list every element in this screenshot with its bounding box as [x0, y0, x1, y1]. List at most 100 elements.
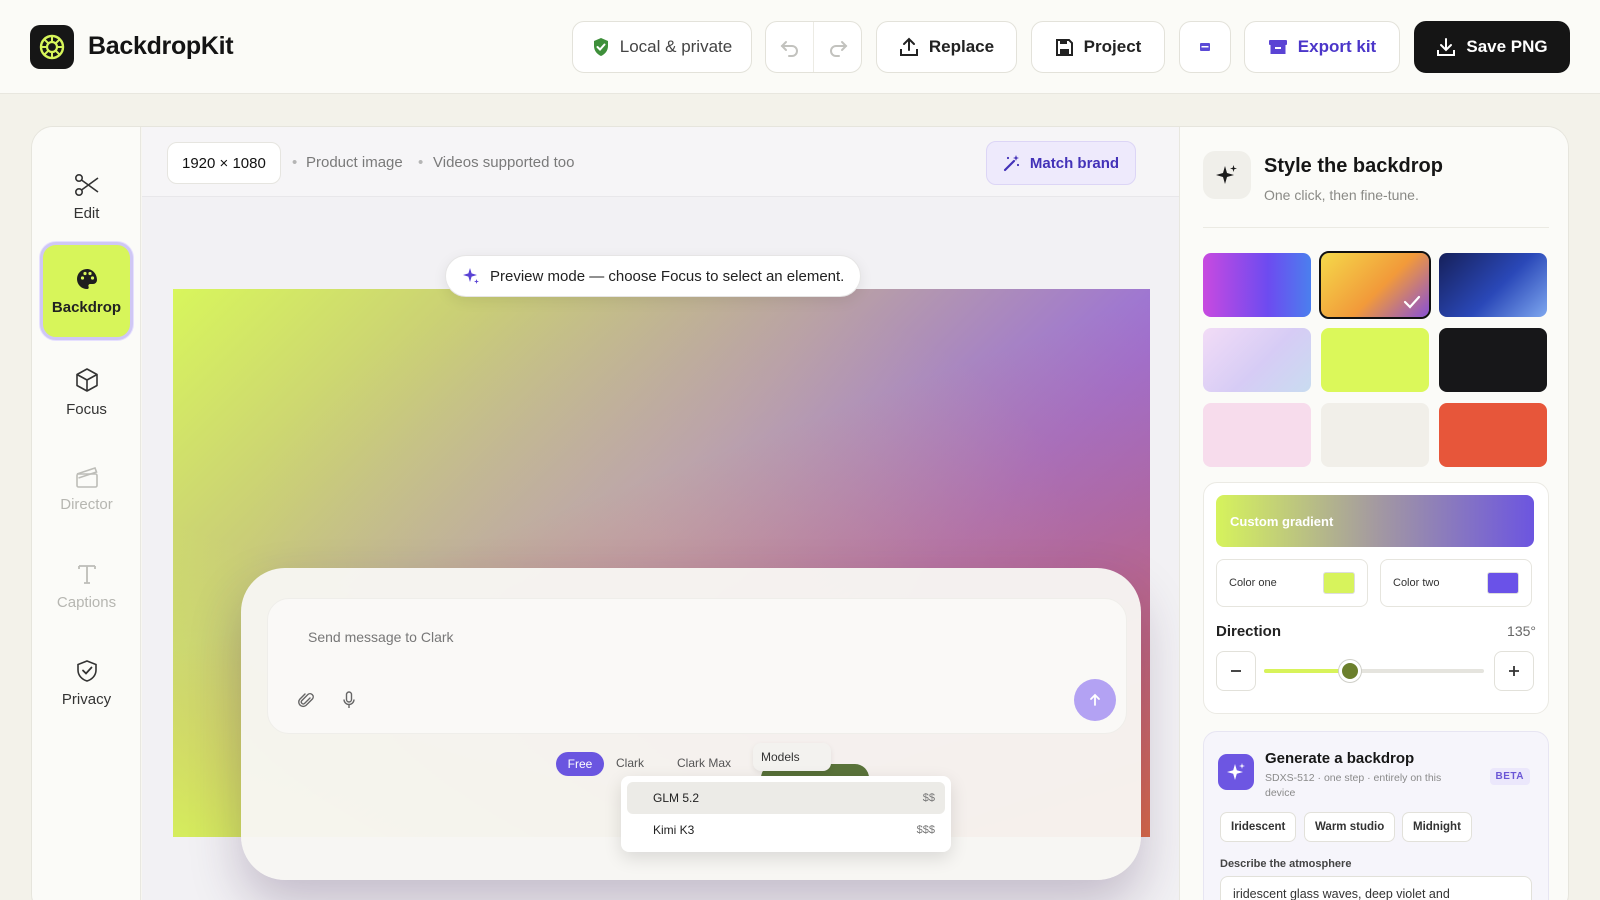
save-png-label: Save PNG: [1466, 37, 1548, 56]
shield-check-icon: [76, 659, 97, 682]
backdrop-preview: Send message to Clark Free Clark Clark M…: [173, 289, 1150, 880]
sidebar-item-captions[interactable]: Captions: [40, 540, 133, 632]
swatch-pink[interactable]: [1203, 403, 1311, 467]
generate-title: Generate a backdrop: [1265, 750, 1415, 767]
cube-icon: [75, 367, 98, 392]
plus-icon: [1509, 666, 1519, 676]
clapperboard-icon: [75, 466, 98, 488]
canvas-area: 1920 × 1080 • Product image • Videos sup…: [142, 127, 1179, 900]
sidebar-item-director[interactable]: Director: [40, 443, 133, 535]
swatch-black[interactable]: [1439, 328, 1547, 392]
separator-dot: •: [292, 154, 298, 171]
beta-badge: BETA: [1489, 768, 1530, 785]
swatch-red-orange[interactable]: [1439, 403, 1547, 467]
mock-send-button: [1074, 679, 1116, 721]
match-brand-button[interactable]: Match brand: [986, 141, 1136, 185]
preset-warm-studio[interactable]: Warm studio: [1304, 812, 1396, 842]
divider: [1203, 227, 1549, 228]
direction-label: Direction: [1216, 623, 1282, 640]
direction-increase-button[interactable]: [1494, 651, 1534, 691]
sidebar-item-label: Privacy: [61, 690, 112, 708]
color-two-swatch[interactable]: [1487, 572, 1519, 594]
swatch-lime[interactable]: [1321, 328, 1429, 392]
local-private-button[interactable]: Local & private: [572, 21, 752, 73]
swatch-cream[interactable]: [1321, 403, 1429, 467]
direction-slider-fill: [1264, 669, 1350, 673]
custom-gradient-label: Custom gradient: [1230, 513, 1334, 529]
direction-slider-thumb[interactable]: [1338, 660, 1361, 682]
export-kit-button[interactable]: Export kit: [1244, 21, 1400, 73]
replace-button[interactable]: Replace: [876, 21, 1017, 73]
preset-iridescent[interactable]: Iridescent: [1220, 812, 1297, 842]
color-one-swatch[interactable]: [1323, 572, 1355, 594]
preview-mode-hint: Preview mode — choose Focus to select an…: [445, 255, 862, 297]
mock-models-dropdown: GLM 5.2 $$ Kimi K3 $$$: [621, 776, 951, 852]
swatch-sunset-selected[interactable]: [1319, 251, 1431, 319]
more-button[interactable]: [1179, 21, 1231, 73]
palette-icon: [76, 268, 97, 289]
sidebar-item-backdrop[interactable]: Backdrop: [40, 242, 133, 340]
sidebar-item-label: Captions: [56, 593, 117, 611]
color-two-field[interactable]: Color two: [1380, 559, 1532, 607]
separator-dot: •: [418, 154, 424, 171]
generate-icon-tile: [1218, 754, 1254, 790]
undo-icon: [780, 41, 798, 57]
app-logo: [30, 25, 74, 69]
download-icon: [1437, 38, 1456, 56]
top-bar: BackdropKit Local & private Replace Proj…: [0, 0, 1600, 94]
sparkle-icon: [1227, 763, 1245, 780]
canvas-meta-videos: Videos supported too: [433, 154, 575, 171]
mock-tab-free: Free: [556, 752, 604, 776]
custom-gradient-preview[interactable]: Custom gradient: [1216, 495, 1534, 547]
swatch-pastel[interactable]: [1203, 328, 1311, 392]
mock-model-row: GLM 5.2 $$: [627, 782, 945, 814]
mock-model-price: $$: [922, 792, 935, 804]
sidebar-item-focus[interactable]: Focus: [40, 346, 133, 438]
mock-tab-clark-max: Clark Max: [677, 756, 732, 770]
generate-subtitle: SDXS-512 · one step · entirely on this d…: [1265, 772, 1442, 799]
save-png-button[interactable]: Save PNG: [1414, 21, 1570, 73]
project-button[interactable]: Project: [1031, 21, 1165, 73]
preset-midnight[interactable]: Midnight: [1402, 812, 1472, 842]
match-brand-label: Match brand: [1029, 154, 1120, 172]
sidebar-item-privacy[interactable]: Privacy: [40, 637, 133, 729]
arrow-up-icon: [1090, 693, 1100, 706]
mock-tab-clark: Clark: [616, 756, 645, 770]
sidebar-item-edit[interactable]: Edit: [40, 151, 133, 243]
preview-mode-text: Preview mode — choose Focus to select an…: [490, 267, 845, 285]
checkmark-icon: [1403, 295, 1421, 309]
sidebar-item-label: Director: [60, 495, 113, 513]
swatch-deep-blue[interactable]: [1439, 253, 1547, 317]
upload-icon: [899, 37, 918, 56]
mock-model-row: Kimi K3 $$$: [627, 814, 945, 846]
color-two-label: Color two: [1393, 577, 1440, 589]
direction-slider-track[interactable]: [1264, 669, 1484, 673]
shield-check-icon: [593, 38, 608, 56]
app-name: BackdropKit: [88, 32, 234, 60]
custom-gradient-section: Custom gradient Color one Color two Dire…: [1203, 482, 1549, 714]
mock-models-label: Models: [753, 743, 831, 771]
redo-button[interactable]: [814, 22, 861, 72]
color-one-field[interactable]: Color one: [1216, 559, 1368, 607]
logo-icon: [39, 34, 65, 60]
replace-label: Replace: [928, 37, 995, 56]
direction-decrease-button[interactable]: [1216, 651, 1256, 691]
panel-icon: [1203, 151, 1251, 199]
generate-backdrop-section: Generate a backdrop SDXS-512 · one step …: [1203, 731, 1549, 900]
mock-model-name: Kimi K3: [653, 823, 695, 837]
swatch-iridescent[interactable]: [1203, 253, 1311, 317]
magic-wand-icon: [1003, 155, 1020, 172]
workspace-card: Edit Backdrop Focus Director Captions Pr…: [31, 126, 1569, 900]
local-private-label: Local & private: [619, 37, 733, 56]
save-disk-icon: [1055, 38, 1073, 56]
mock-model-name: GLM 5.2: [653, 791, 700, 805]
mock-model-price: $$$: [916, 824, 935, 836]
minus-icon: [1231, 670, 1241, 672]
canvas-header: 1920 × 1080 • Product image • Videos sup…: [142, 127, 1179, 197]
panel-subtitle: One click, then fine-tune.: [1264, 187, 1419, 203]
window-icon: [1200, 43, 1210, 51]
atmosphere-input[interactable]: iridescent glass waves, deep violet and: [1220, 876, 1532, 900]
mock-chat-input: Send message to Clark: [267, 598, 1127, 734]
sidebar-item-label: Edit: [73, 204, 100, 222]
undo-button[interactable]: [766, 22, 814, 72]
